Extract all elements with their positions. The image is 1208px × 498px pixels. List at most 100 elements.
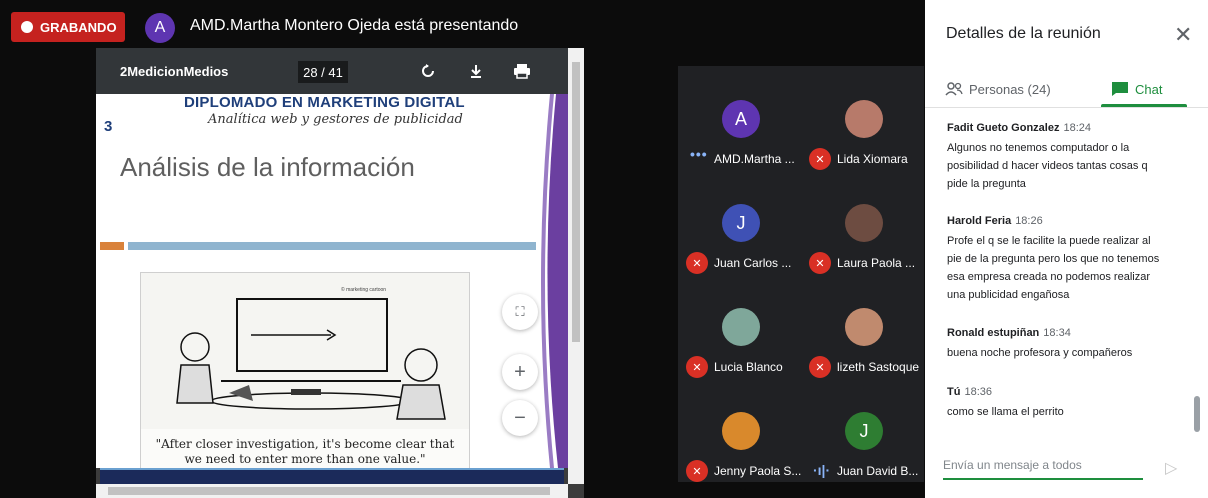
cartoon-drawing: © marketing cartoon bbox=[176, 286, 446, 420]
decorative-bar bbox=[100, 242, 124, 250]
message-line: una publicidad engañosa bbox=[947, 289, 1070, 301]
slide-subheader: Analítica web y gestores de publicidad bbox=[208, 112, 463, 127]
decorative-bar bbox=[128, 242, 536, 250]
message-sender: Harold Feria bbox=[947, 215, 1012, 227]
zoom-out-button[interactable]: − bbox=[502, 400, 538, 436]
avatar bbox=[845, 204, 883, 242]
panel-title: Detalles de la reunión bbox=[946, 25, 1101, 42]
pdf-viewer: 2MedicionMedios 28 / 41 DIPLOMADO EN MAR… bbox=[96, 48, 584, 498]
message-line: esa empresa creada no podemos realizar bbox=[947, 271, 1151, 283]
message-line: buena noche profesora y compañeros bbox=[947, 347, 1133, 359]
caption-line: "After closer investigation, it's become… bbox=[155, 437, 455, 451]
pdf-toolbar: 2MedicionMedios 28 / 41 bbox=[96, 48, 568, 94]
avatar bbox=[722, 308, 760, 346]
svg-text:© marketing cartoon: © marketing cartoon bbox=[341, 286, 386, 293]
participant-tile[interactable]: J ·ı|· Juan David B... bbox=[801, 378, 924, 482]
scrollbar-thumb[interactable] bbox=[572, 62, 580, 342]
caption-line: we need to enter more than one value." bbox=[184, 452, 426, 466]
message-time: 18:36 bbox=[964, 386, 992, 398]
presenter-avatar: A bbox=[145, 13, 175, 43]
participant-name: Laura Paola ... bbox=[837, 256, 916, 270]
mic-off-icon: ✕ bbox=[809, 356, 831, 378]
chat-message: Ronald estupiñan 18:34 buena noche profes… bbox=[947, 323, 1183, 362]
participant-tile[interactable]: ✕ Laura Paola ... bbox=[801, 170, 924, 274]
horizontal-scrollbar[interactable] bbox=[96, 484, 568, 498]
cartoon-caption: "After closer investigation, it's become… bbox=[141, 429, 469, 468]
message-line: como se llama el perrito bbox=[947, 406, 1064, 418]
close-icon[interactable]: ✕ bbox=[1174, 22, 1192, 48]
fit-page-button[interactable]: ⛶ bbox=[502, 294, 538, 330]
rotate-icon[interactable] bbox=[418, 61, 438, 81]
meeting-details-panel: Detalles de la reunión ✕ Personas (24) C… bbox=[925, 0, 1208, 498]
tab-chat[interactable]: Chat bbox=[1111, 72, 1162, 106]
participant-name: lizeth Sastoque bbox=[837, 360, 920, 374]
message-line: Algunos no tenemos computador o la bbox=[947, 142, 1130, 154]
download-icon[interactable] bbox=[466, 61, 486, 81]
participant-name: Lida Xiomara bbox=[837, 152, 908, 166]
page-strip bbox=[100, 468, 564, 484]
send-icon[interactable]: ▷ bbox=[1165, 458, 1177, 478]
divider bbox=[925, 107, 1208, 108]
participant-grid: A ••• AMD.Martha ... ✕ Lida Xiomara J ✕ … bbox=[678, 66, 924, 482]
participant-name: Juan David B... bbox=[837, 464, 919, 478]
vertical-scrollbar[interactable] bbox=[568, 48, 584, 484]
mic-off-icon: ✕ bbox=[686, 356, 708, 378]
mic-off-icon: ✕ bbox=[809, 252, 831, 274]
mic-off-icon: ✕ bbox=[686, 252, 708, 274]
meet-screen: GRABANDO A AMD.Martha Montero Ojeda está… bbox=[0, 0, 1208, 498]
print-icon[interactable] bbox=[512, 61, 532, 81]
participant-tile[interactable]: A ••• AMD.Martha ... bbox=[678, 66, 801, 170]
message-sender: Fadit Gueto Gonzalez bbox=[947, 122, 1060, 134]
participant-tile[interactable]: ✕ Jenny Paola S... bbox=[678, 378, 801, 482]
tab-people[interactable]: Personas (24) bbox=[945, 72, 1051, 106]
message-line: Profe el q se le facilite la puede reali… bbox=[947, 235, 1151, 247]
slide-number: 3 bbox=[104, 118, 113, 135]
chat-message: Harold Feria 18:26 Profe el q se le facil… bbox=[947, 211, 1183, 304]
participant-tile[interactable]: ✕ Lida Xiomara bbox=[801, 66, 924, 170]
avatar bbox=[722, 412, 760, 450]
avatar bbox=[845, 308, 883, 346]
chat-scrollbar[interactable] bbox=[1194, 396, 1200, 432]
slide-title: Análisis de la información bbox=[120, 152, 415, 182]
recording-label: GRABANDO bbox=[40, 19, 117, 35]
audio-level-icon: ·ı|· bbox=[813, 462, 831, 478]
presenter-status: AMD.Martha Montero Ojeda está presentand… bbox=[190, 17, 519, 34]
message-line: pie de la pregunta pero los que no tenem… bbox=[947, 253, 1160, 265]
people-icon bbox=[945, 82, 963, 96]
participant-tile[interactable]: J ✕ Juan Carlos ... bbox=[678, 170, 801, 274]
avatar: J bbox=[845, 412, 883, 450]
tab-people-label: Personas (24) bbox=[969, 81, 1051, 97]
chat-message: Fadit Gueto Gonzalez 18:24 Algunos no ten… bbox=[947, 118, 1183, 193]
recording-dot-icon bbox=[21, 21, 33, 33]
more-options-icon[interactable]: ••• bbox=[690, 146, 708, 162]
participant-name: Juan Carlos ... bbox=[714, 256, 792, 270]
participant-name: Jenny Paola S... bbox=[714, 464, 802, 478]
message-sender: Tú bbox=[947, 386, 961, 398]
recording-indicator: GRABANDO bbox=[11, 12, 125, 42]
slide-header: DIPLOMADO EN MARKETING DIGITAL bbox=[184, 94, 465, 111]
participant-name: Lucia Blanco bbox=[714, 360, 783, 374]
cartoon-image: © marketing cartoon "After closer invest… bbox=[140, 272, 470, 468]
participant-tile[interactable]: ✕ lizeth Sastoque bbox=[801, 274, 924, 378]
message-line: pide la pregunta bbox=[947, 178, 1026, 190]
zoom-in-button[interactable]: + bbox=[502, 354, 538, 390]
avatar: A bbox=[722, 100, 760, 138]
avatar bbox=[845, 100, 883, 138]
message-time: 18:34 bbox=[1043, 327, 1071, 339]
message-line: posibilidad d hacer videos tantas cosas … bbox=[947, 160, 1148, 172]
message-time: 18:24 bbox=[1063, 122, 1091, 134]
message-sender: Ronald estupiñan bbox=[947, 327, 1040, 339]
pdf-title: 2MedicionMedios bbox=[120, 64, 229, 79]
participant-name: AMD.Martha ... bbox=[714, 152, 795, 166]
chat-icon bbox=[1112, 82, 1128, 96]
participant-tile[interactable]: ✕ Lucia Blanco bbox=[678, 274, 801, 378]
pdf-page: DIPLOMADO EN MARKETING DIGITAL Analítica… bbox=[96, 94, 568, 468]
pdf-page-indicator[interactable]: 28 / 41 bbox=[298, 61, 348, 83]
tab-chat-label: Chat bbox=[1135, 81, 1163, 97]
chat-message: Tú 18:36 como se llama el perrito bbox=[947, 382, 1183, 421]
scrollbar-thumb[interactable] bbox=[108, 487, 550, 495]
message-time: 18:26 bbox=[1015, 215, 1043, 227]
mic-off-icon: ✕ bbox=[809, 148, 831, 170]
chat-input[interactable]: Envía un mensaje a todos bbox=[943, 458, 1143, 480]
avatar: J bbox=[722, 204, 760, 242]
